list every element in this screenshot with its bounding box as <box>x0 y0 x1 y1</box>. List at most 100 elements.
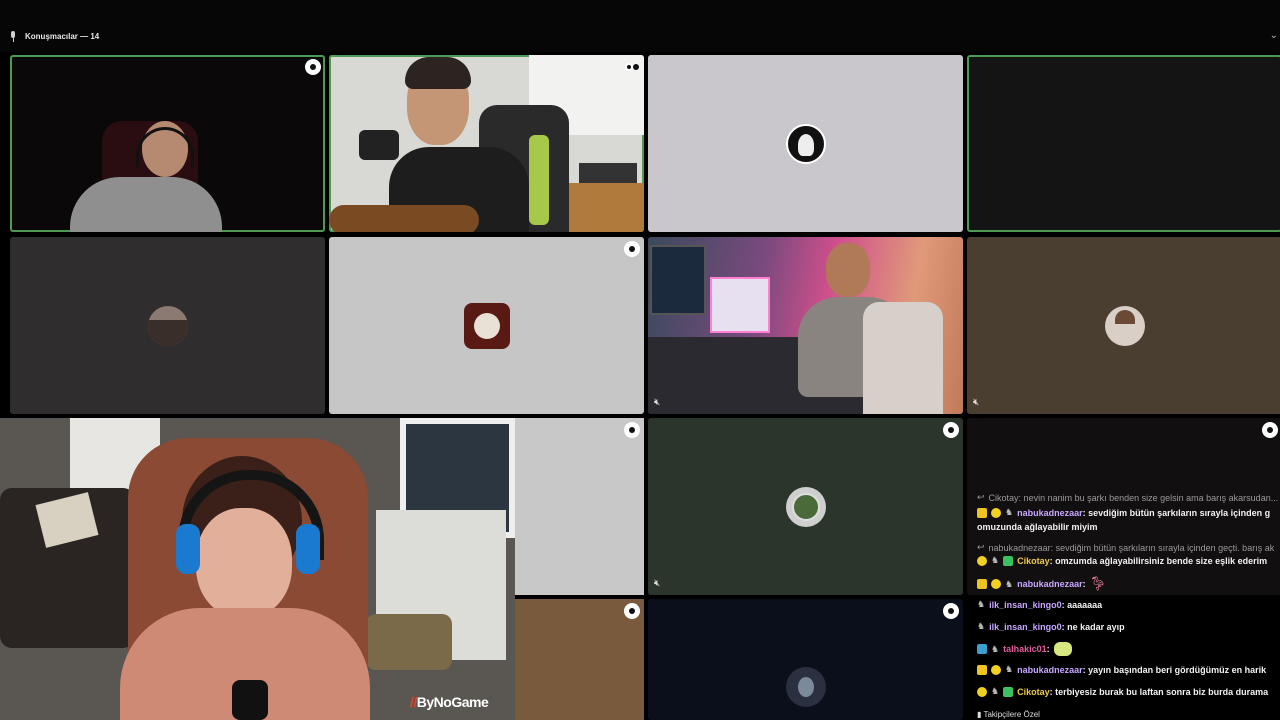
microphone <box>232 680 268 720</box>
arrow-badge-icon <box>977 644 987 654</box>
gift-badge-icon <box>1003 686 1014 697</box>
chat-message: ♞ nabukadnezaar: 🦩︎ <box>977 576 1106 592</box>
person-hair <box>405 57 471 89</box>
monitor <box>650 245 706 315</box>
chat-text: : terbiyesiz burak bu laftan sonra biz b… <box>1049 686 1269 697</box>
chair <box>863 302 943 414</box>
guitar <box>329 205 479 232</box>
crown-badge-icon <box>977 507 987 518</box>
participant-tile-2[interactable] <box>329 55 644 232</box>
level-badge-icon <box>991 507 1001 518</box>
unicorn-badge-icon: ♞ <box>977 621 986 631</box>
participant-tile-1[interactable] <box>10 55 325 232</box>
chat-reply-text: Cikotay: nevin nanim bu şarkı benden siz… <box>988 492 1279 503</box>
headphone-ear-left <box>176 524 200 574</box>
level-badge-icon <box>977 686 987 697</box>
chat-username[interactable]: nabukadnezaar <box>1017 508 1083 518</box>
participant-tile-7[interactable]: 🔇︎ <box>648 237 963 414</box>
level-badge-icon <box>977 555 987 566</box>
emote-icon <box>1053 642 1072 656</box>
basket <box>366 614 452 670</box>
settings-icon[interactable] <box>624 603 640 619</box>
speakers-section[interactable]: Konuşmacılar — 14 <box>9 31 99 42</box>
muted-icon: 🔇︎ <box>654 397 661 408</box>
participant-tile-8[interactable]: 🔇︎ <box>967 237 1280 414</box>
user-avatar <box>785 123 826 164</box>
settings-icon[interactable] <box>305 59 321 75</box>
chat-text: : <box>1082 579 1086 589</box>
chat-reply-line: ↩ nabukadnezaar: sevdiğim bütün şarkılar… <box>977 542 1274 553</box>
level-badge-icon <box>991 579 1001 589</box>
participant-tile-9[interactable]: //ByNoGame <box>0 418 515 720</box>
emote-icon: 🦩︎ <box>1089 576 1107 591</box>
chat-text: : omzumda ağlayabilirsiniz bende size eş… <box>1049 555 1268 566</box>
chat-message: ♞ nabukadnezaar: yayın başından beri gör… <box>977 664 1266 675</box>
chat-message: ♞ ilk_insan_kingo0: aaaaaaa <box>977 599 1102 610</box>
unicorn-badge-icon: ♞ <box>1005 578 1014 589</box>
chat-message: ♞ nabukadnezaar: sevdiğim bütün şarkılar… <box>977 507 1270 518</box>
person-shirt <box>70 177 222 232</box>
unicorn-badge-icon: ♞ <box>991 686 1000 696</box>
speakers-label: Konuşmacılar — 14 <box>25 32 100 41</box>
chat-username[interactable]: Cikotay <box>1017 687 1050 697</box>
unicorn-badge-icon: ♞ <box>991 555 1000 565</box>
microphone-stand <box>359 130 399 160</box>
chat-text: : yayın başından beri gördüğümüz en hari… <box>1082 664 1267 675</box>
chat-text: : sevdiğim bütün şarkıların sırayla için… <box>1082 507 1271 518</box>
stream-chat-overlay: ↩ Cikotay: nevin nanim bu şarkı benden s… <box>967 488 1280 720</box>
chat-username[interactable]: nabukadnezaar <box>1017 579 1083 589</box>
chat-message: ♞ Cikotay: terbiyesiz burak bu laftan so… <box>977 686 1268 697</box>
user-avatar <box>785 667 826 707</box>
muted-icon: 🔇︎ <box>654 578 661 589</box>
chat-username[interactable]: nabukadnezaar <box>1017 665 1083 675</box>
participant-tile-5[interactable] <box>10 237 325 414</box>
settings-icon[interactable] <box>624 241 640 257</box>
chat-text: omuzunda ağlayabilir miyim <box>977 522 1098 532</box>
chat-username[interactable]: Cikotay <box>1017 556 1050 566</box>
voice-header: Konuşmacılar — 14 ⌄ <box>0 0 1280 52</box>
participant-tile-6[interactable] <box>329 237 644 414</box>
chat-text: : <box>1046 644 1050 654</box>
participant-tile-14[interactable] <box>648 599 963 720</box>
chat-text: : ne kadar ayıp <box>1061 621 1125 632</box>
chat-message-continuation: omuzunda ağlayabilir miyim <box>977 522 1098 532</box>
pc-case <box>710 277 770 333</box>
crown-badge-icon <box>977 664 987 675</box>
chevron-down-icon[interactable]: ⌄ <box>1270 30 1278 41</box>
participant-tile-13[interactable] <box>515 599 644 720</box>
user-avatar <box>1104 305 1145 346</box>
level-badge-icon <box>991 664 1001 675</box>
participant-tile-3[interactable] <box>648 55 963 232</box>
unicorn-badge-icon: ♞ <box>1005 507 1014 517</box>
settings-icon[interactable] <box>624 59 640 75</box>
keyboard-instrument <box>579 163 637 183</box>
chat-username[interactable]: talhakic01 <box>1003 644 1047 654</box>
desk <box>569 183 644 232</box>
participant-tile-11[interactable]: 🔇︎ <box>648 418 963 595</box>
chair-accent <box>529 135 549 225</box>
participant-tile-10[interactable] <box>515 418 644 595</box>
settings-icon[interactable] <box>943 603 959 619</box>
microphone-icon <box>9 31 17 42</box>
muted-icon: 🔇︎ <box>973 397 980 408</box>
chat-text: : aaaaaaa <box>1061 599 1103 610</box>
reply-icon: ↩ <box>977 492 985 502</box>
headphone-ear-right <box>296 524 320 574</box>
unicorn-badge-icon: ♞ <box>977 599 986 609</box>
chat-username[interactable]: ilk_insan_kingo0 <box>989 600 1062 610</box>
chat-message: ♞ ilk_insan_kingo0: ne kadar ayıp <box>977 621 1125 632</box>
user-avatar <box>785 486 826 527</box>
settings-icon[interactable] <box>624 422 640 438</box>
participant-tile-4[interactable] <box>967 55 1280 232</box>
gift-badge-icon <box>1003 555 1014 566</box>
crown-badge-icon <box>977 579 987 589</box>
reply-icon: ↩ <box>977 542 985 552</box>
settings-icon[interactable] <box>1262 422 1278 438</box>
person-head <box>826 243 870 297</box>
user-avatar <box>463 302 510 349</box>
user-avatar <box>147 305 188 346</box>
followers-only-label: ▮ Takipçilere Özel <box>977 710 1040 719</box>
chat-username[interactable]: ilk_insan_kingo0 <box>989 622 1062 632</box>
settings-icon[interactable] <box>943 422 959 438</box>
chat-message: ♞ Cikotay: omzumda ağlayabilirsiniz bend… <box>977 555 1267 566</box>
